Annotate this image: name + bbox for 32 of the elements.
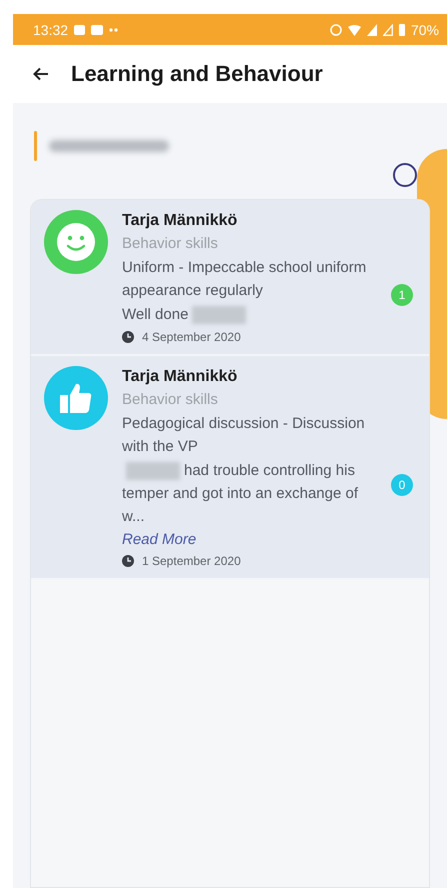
battery-percentage: 70% <box>410 22 439 38</box>
count-badge: 0 <box>391 474 413 496</box>
page-title: Learning and Behaviour <box>71 61 323 87</box>
entry-comment: Well done <box>122 303 374 326</box>
author-name: Tarja Männikkö <box>122 211 238 231</box>
accent-bar <box>34 131 37 161</box>
entry-title: Uniform - Impeccable school uniform appearance regularly <box>122 258 368 301</box>
entry-item[interactable]: Tarja Männikkö Behavior skills Uniform - Impeccable school uniform appearance regularly Well done 4 September 2020 1 <box>31 200 429 356</box>
wifi-icon <box>348 24 361 36</box>
back-arrow-icon[interactable] <box>33 67 49 81</box>
entry-comment: had trouble controlling his temper and got into an exchange of w... <box>122 461 360 527</box>
signal-icon <box>366 24 377 36</box>
signal-icon <box>382 24 393 36</box>
notification-icon <box>74 24 86 34</box>
entry-date: 4 September 2020 <box>142 330 241 344</box>
entry-item[interactable]: Tarja Männikkö Behavior skills Pedagogical discussion - Discussion with the VP had trouble controlling his temper and got into an exchange of w... Read More 1 September 2020 0 <box>31 356 429 580</box>
clock-icon <box>122 555 134 567</box>
decorative-ring <box>393 163 417 187</box>
mail-icon <box>91 24 104 34</box>
thumbs-up-icon <box>58 381 94 415</box>
status-time: 13:32 <box>33 22 68 38</box>
alarm-icon <box>330 24 342 36</box>
read-more-link[interactable]: Read More <box>122 529 196 550</box>
count-badge: 1 <box>391 284 413 306</box>
entry-date: 1 September 2020 <box>142 554 241 568</box>
clock-icon <box>122 331 134 343</box>
category-label: Behavior skills <box>122 390 219 410</box>
battery-icon <box>398 24 405 36</box>
more-notifications-icon <box>109 28 118 32</box>
smiley-icon <box>57 223 95 261</box>
author-name: Tarja Männikkö <box>122 367 238 387</box>
category-label: Behavior skills <box>122 234 219 254</box>
